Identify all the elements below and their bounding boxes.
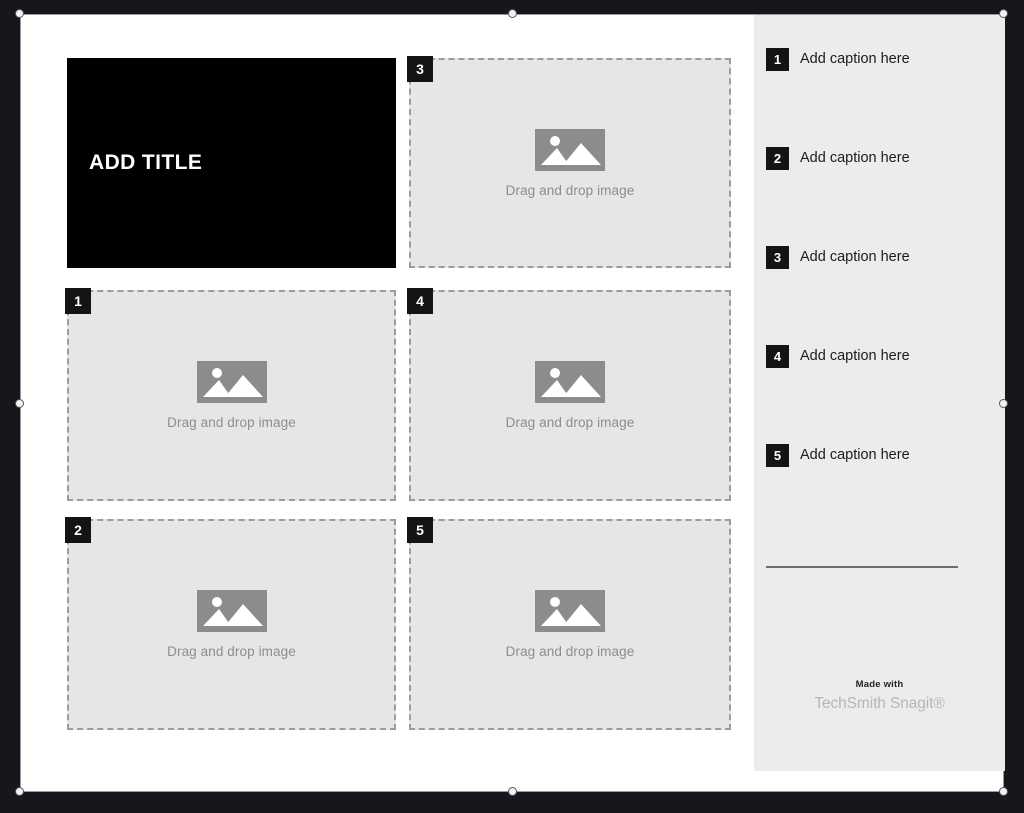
dropzone-label-3: Drag and drop image <box>505 182 635 198</box>
placeholder-badge-5: 5 <box>407 517 433 543</box>
dropzone-label-2: Drag and drop image <box>167 644 296 659</box>
placeholder-badge-3: 3 <box>407 56 433 82</box>
caption-badge-4: 4 <box>766 344 789 368</box>
placeholder-badge-1: 1 <box>65 288 91 314</box>
caption-badge-2: 2 <box>766 146 789 170</box>
caption-row-3[interactable]: 3 Add caption here <box>766 245 994 269</box>
caption-text-5[interactable]: Add caption here <box>800 447 910 463</box>
image-grid: ADD TITLE Drag and drop image 3 Drag and… <box>21 15 754 791</box>
caption-badge-1: 1 <box>766 47 789 71</box>
caption-row-4[interactable]: 4 Add caption here <box>766 344 994 368</box>
dropzone-3[interactable]: Drag and drop image <box>409 58 731 268</box>
resize-handle-bottom-right[interactable] <box>999 787 1008 796</box>
caption-badge-5: 5 <box>766 443 789 467</box>
image-placeholder-3[interactable]: Drag and drop image 3 <box>407 56 731 268</box>
techsmith-snagit-logo: TechSmith Snagit® <box>814 695 945 712</box>
resize-handle-top-left[interactable] <box>15 9 24 18</box>
caption-list: 1 Add caption here 2 Add caption here 3 … <box>766 47 994 542</box>
resize-handle-bottom-center[interactable] <box>508 787 517 796</box>
resize-handle-top-center[interactable] <box>508 9 517 18</box>
caption-text-4[interactable]: Add caption here <box>800 348 910 364</box>
resize-handle-bottom-left[interactable] <box>15 787 24 796</box>
image-icon <box>535 590 605 632</box>
image-placeholder-4[interactable]: Drag and drop image 4 <box>407 288 731 501</box>
dropzone-label-4: Drag and drop image <box>505 415 635 430</box>
resize-handle-middle-right[interactable] <box>999 399 1008 408</box>
placeholder-badge-2: 2 <box>65 517 91 543</box>
placeholder-badge-4: 4 <box>407 288 433 314</box>
branding-block: Made with TechSmith Snagit® <box>754 679 1005 713</box>
document-canvas: ADD TITLE Drag and drop image 3 Drag and… <box>20 14 1005 792</box>
image-icon <box>535 128 605 171</box>
caption-badge-3: 3 <box>766 245 789 269</box>
caption-sidebar: 1 Add caption here 2 Add caption here 3 … <box>754 15 1005 771</box>
caption-row-5[interactable]: 5 Add caption here <box>766 443 994 467</box>
caption-text-3[interactable]: Add caption here <box>800 249 910 265</box>
image-icon <box>196 590 267 632</box>
image-placeholder-2[interactable]: Drag and drop image 2 <box>65 517 396 730</box>
screenshot-root: ADD TITLE Drag and drop image 3 Drag and… <box>0 0 1024 813</box>
image-icon <box>535 361 605 403</box>
image-icon <box>196 361 267 403</box>
resize-handle-top-right[interactable] <box>999 9 1008 18</box>
dropzone-4[interactable]: Drag and drop image <box>409 290 731 501</box>
dropzone-label-5: Drag and drop image <box>505 644 635 659</box>
caption-row-1[interactable]: 1 Add caption here <box>766 47 994 71</box>
made-with-label: Made with <box>855 679 904 690</box>
caption-row-2[interactable]: 2 Add caption here <box>766 146 994 170</box>
dropzone-1[interactable]: Drag and drop image <box>67 290 396 501</box>
image-placeholder-1[interactable]: Drag and drop image 1 <box>65 288 396 501</box>
caption-text-2[interactable]: Add caption here <box>800 150 910 166</box>
sidebar-divider <box>766 566 958 568</box>
title-block[interactable]: ADD TITLE <box>67 58 396 268</box>
caption-text-1[interactable]: Add caption here <box>800 51 910 67</box>
dropzone-label-1: Drag and drop image <box>167 415 296 430</box>
resize-handle-middle-left[interactable] <box>15 399 24 408</box>
dropzone-5[interactable]: Drag and drop image <box>409 519 731 730</box>
image-placeholder-5[interactable]: Drag and drop image 5 <box>407 517 731 730</box>
title-text[interactable]: ADD TITLE <box>89 151 202 175</box>
dropzone-2[interactable]: Drag and drop image <box>67 519 396 730</box>
